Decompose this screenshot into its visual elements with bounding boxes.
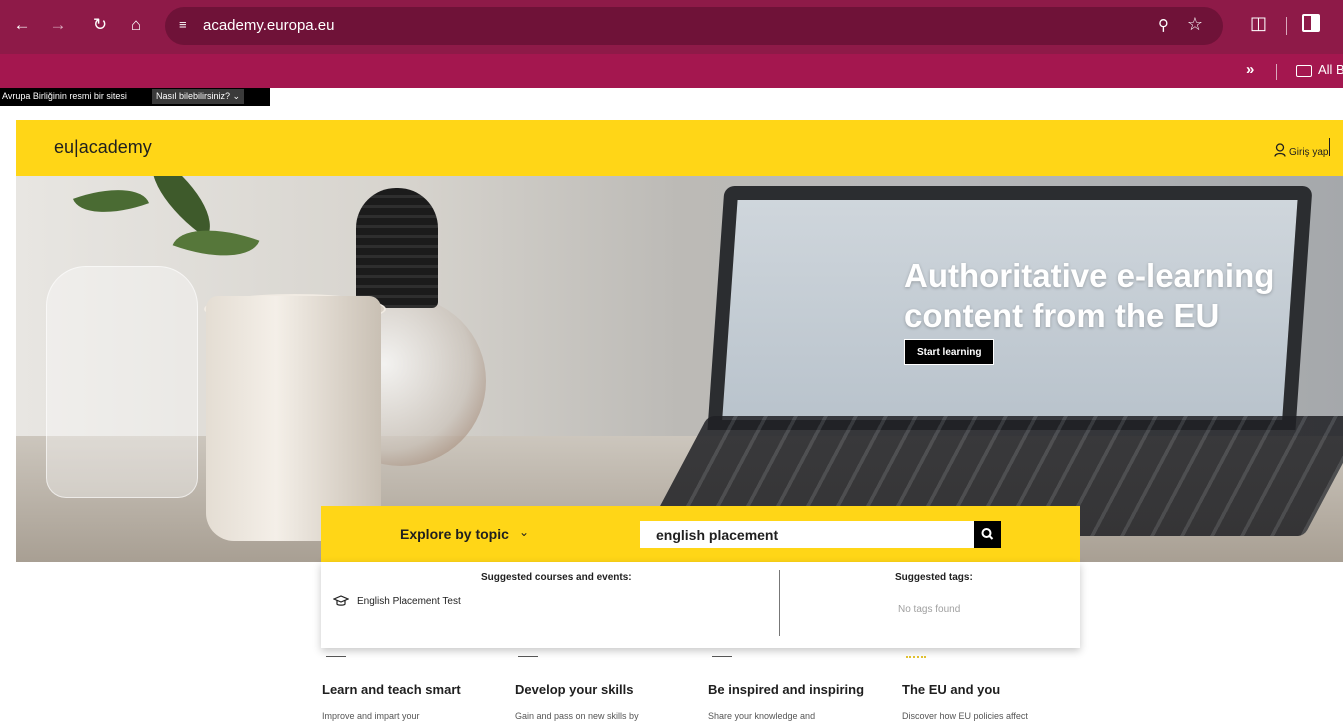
address-bar[interactable]: ≡ academy.europa.eu ⚲ ☆ <box>165 7 1223 45</box>
feature-description: Discover how EU policies affect <box>902 711 1028 721</box>
suggested-course-label: English Placement Test <box>357 595 461 607</box>
suggested-course-item[interactable]: English Placement Test <box>333 592 461 610</box>
hero-leaf <box>132 176 230 239</box>
suggested-courses-heading: Suggested courses and events: <box>481 572 632 583</box>
browser-toolbar: ← → ↻ ⌂ ≡ academy.europa.eu ⚲ ☆ ◫ <box>0 0 1343 54</box>
zoom-icon[interactable]: ⚲ <box>1158 16 1169 34</box>
feature-description: Improve and impart your <box>322 711 420 721</box>
bookmarks-bar: » All B <box>0 54 1343 88</box>
hero-glass-jar <box>46 266 198 498</box>
side-panel-icon[interactable] <box>1302 14 1320 32</box>
toolbar-divider <box>1286 17 1287 35</box>
bookmark-star-icon[interactable]: ☆ <box>1187 14 1203 35</box>
features-row: Learn and teach smart Improve and impart… <box>0 648 1343 724</box>
user-icon <box>1274 143 1286 157</box>
site-info-icon[interactable]: ≡ <box>179 17 187 32</box>
eu-official-text: Avrupa Birliğinin resmi bir sitesi <box>2 91 127 101</box>
bookmarks-overflow-button[interactable]: » <box>1246 61 1254 78</box>
back-arrow-icon[interactable]: ← <box>10 13 34 37</box>
login-link[interactable]: Giriş yap <box>1274 141 1328 158</box>
hero-title: Authoritative e-learning content from th… <box>904 257 1275 334</box>
eu-official-banner: Avrupa Birliğinin resmi bir sitesi Nasıl… <box>0 88 270 106</box>
chevron-down-icon[interactable]: ⌄ <box>519 525 529 539</box>
forward-arrow-icon[interactable]: → <box>46 13 70 37</box>
site-header: eu|academy Giriş yap <box>16 120 1343 176</box>
address-bar-url[interactable]: academy.europa.eu <box>203 17 334 34</box>
bookmarks-divider <box>1276 64 1277 80</box>
hero-cup <box>206 296 381 541</box>
reload-icon[interactable]: ↻ <box>88 13 112 37</box>
search-suggestions: Suggested courses and events: English Pl… <box>321 562 1080 648</box>
hero-bulb-base <box>356 188 438 308</box>
site-logo[interactable]: eu|academy <box>54 137 152 158</box>
dropdown-divider <box>779 570 780 636</box>
folder-icon <box>1296 65 1312 77</box>
feature-icon <box>712 650 732 657</box>
search-button[interactable] <box>974 521 1001 548</box>
all-bookmarks-link[interactable]: All B <box>1318 62 1343 77</box>
header-divider <box>1329 138 1330 156</box>
start-learning-button[interactable]: Start learning <box>904 339 995 365</box>
search-icon <box>981 528 994 540</box>
search-input[interactable] <box>640 521 974 548</box>
feature-title[interactable]: The EU and you <box>902 682 1000 697</box>
feature-icon <box>518 650 538 657</box>
feature-description: Share your knowledge and <box>708 711 816 721</box>
hero-leaf <box>72 176 150 228</box>
hero-banner: Authoritative e-learning content from th… <box>16 176 1343 562</box>
feature-icon <box>906 650 926 658</box>
feature-title[interactable]: Be inspired and inspiring <box>708 682 864 697</box>
no-tags-message: No tags found <box>898 604 961 615</box>
extensions-icon[interactable]: ◫ <box>1250 13 1267 34</box>
feature-description: Gain and pass on new skills by <box>515 711 639 721</box>
search-band: Explore by topic ⌄ <box>321 506 1080 562</box>
feature-title[interactable]: Develop your skills <box>515 682 634 697</box>
explore-by-topic-toggle[interactable]: Explore by topic <box>400 526 509 542</box>
graduation-cap-icon <box>333 595 349 606</box>
login-label: Giriş yap <box>1289 147 1329 158</box>
feature-title[interactable]: Learn and teach smart <box>322 682 461 697</box>
how-to-know-button[interactable]: Nasıl bilebilirsiniz? ⌄ <box>152 89 245 104</box>
feature-icon <box>326 650 346 657</box>
home-icon[interactable]: ⌂ <box>124 13 148 37</box>
suggested-tags-heading: Suggested tags: <box>895 572 973 583</box>
